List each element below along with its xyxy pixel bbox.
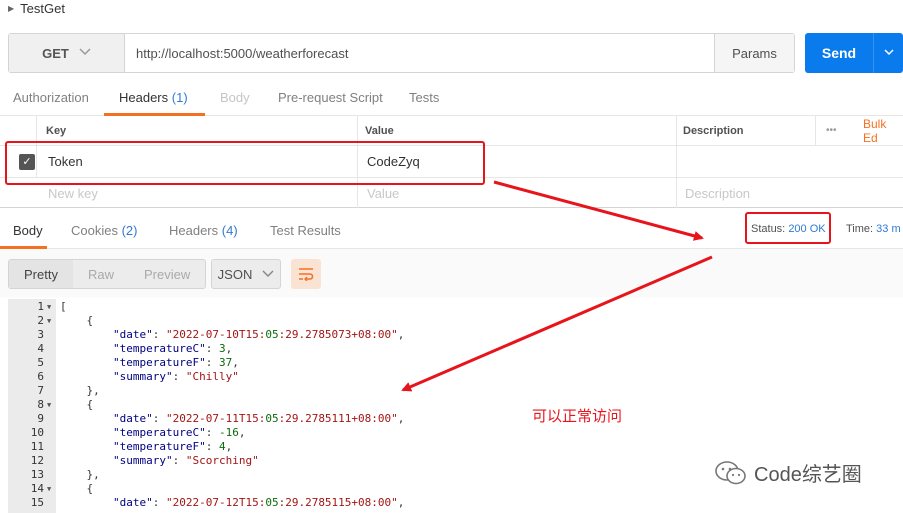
wechat-icon bbox=[715, 460, 746, 484]
annotation-arrows bbox=[401, 180, 713, 392]
watermark: Code综艺圈 bbox=[714, 458, 862, 487]
annotation-text: 可以正常访问 bbox=[532, 408, 623, 425]
arrow-to-body bbox=[401, 255, 713, 392]
arrow-to-status bbox=[493, 180, 704, 241]
watermark-text: Code综艺圈 bbox=[754, 464, 862, 486]
